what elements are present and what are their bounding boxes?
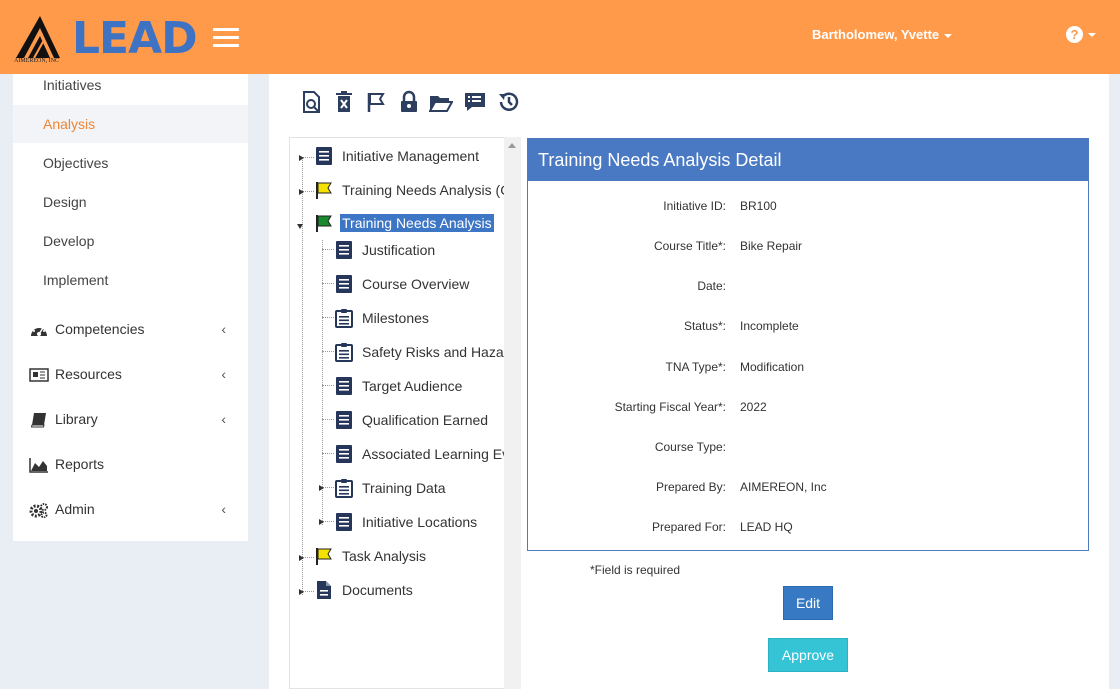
sidebar-item-resources[interactable]: Resources ‹ xyxy=(13,354,248,394)
help-menu[interactable]: ? xyxy=(1066,26,1096,44)
navigation-tree: Initiative Management Training Needs Ana… xyxy=(289,137,521,689)
sidebar-item-analysis[interactable]: Analysis xyxy=(13,105,248,143)
document-list-icon xyxy=(336,377,352,395)
scroll-up-arrow-icon[interactable] xyxy=(508,143,516,148)
file-icon xyxy=(317,581,331,599)
tree-scrollbar[interactable] xyxy=(504,137,521,689)
caret-down-icon xyxy=(944,33,953,38)
approve-button[interactable]: Approve xyxy=(768,638,848,672)
lock-icon[interactable] xyxy=(397,90,421,114)
document-list-icon xyxy=(336,445,352,463)
sidebar-item-reports[interactable]: Reports xyxy=(13,444,248,484)
detail-row-initiative-id: Initiative ID: BR100 xyxy=(663,199,777,213)
user-menu-dropdown[interactable]: Bartholomew, Yvette xyxy=(812,27,953,42)
caret-down-icon xyxy=(1088,32,1096,37)
required-field-note: *Field is required xyxy=(590,563,681,577)
cogs-icon xyxy=(29,503,48,519)
sidebar-item-library[interactable]: Library ‹ xyxy=(13,399,248,439)
clipboard-icon xyxy=(335,309,353,328)
list-comment-icon[interactable] xyxy=(463,90,487,114)
chevron-left-icon: ‹ xyxy=(221,411,226,427)
detail-row-tna-type: TNA Type*: Modification xyxy=(665,360,805,374)
history-icon[interactable] xyxy=(497,90,521,114)
folder-open-icon[interactable] xyxy=(429,90,453,114)
document-list-icon xyxy=(336,241,352,259)
lead-logo[interactable]: LEAD AIMEREON, INC xyxy=(14,13,198,66)
chevron-left-icon: ‹ xyxy=(221,501,226,517)
detail-row-date: Date: xyxy=(697,279,726,293)
user-name: Bartholomew, Yvette xyxy=(812,27,940,42)
chevron-left-icon: ‹ xyxy=(221,366,226,382)
question-circle-icon: ? xyxy=(1066,26,1083,44)
sidebar-item-develop[interactable]: Develop xyxy=(13,222,248,260)
clipboard-icon xyxy=(335,343,353,362)
tree-toggle-expand[interactable] xyxy=(299,155,304,161)
sidebar: Initiatives Analysis Objectives Design D… xyxy=(13,74,248,541)
dashboard-icon xyxy=(31,326,47,337)
sidebar-item-implement[interactable]: Implement xyxy=(13,261,248,299)
sidebar-item-objectives[interactable]: Objectives xyxy=(13,144,248,182)
logo-subtext: AIMEREON, INC xyxy=(14,58,59,64)
file-search-icon[interactable] xyxy=(300,90,324,114)
clipboard-icon xyxy=(335,479,353,498)
document-list-icon xyxy=(336,513,352,531)
tree-toggle-expand[interactable] xyxy=(299,555,304,561)
logo-wordmark: LEAD xyxy=(72,13,198,64)
detail-row-prepared-for: Prepared For: LEAD HQ xyxy=(651,520,793,534)
tree-toggle-expand[interactable] xyxy=(319,485,324,491)
green-flag-icon xyxy=(316,215,332,232)
tree-toggle-expand[interactable] xyxy=(299,589,304,595)
sidebar-item-initiatives[interactable]: Initiatives xyxy=(13,66,248,104)
newspaper-icon xyxy=(29,368,49,383)
document-list-icon xyxy=(316,147,332,165)
top-header-bar: LEAD AIMEREON, INC Bartholomew, Yvette ? xyxy=(0,0,1120,74)
tree-toggle-expand[interactable] xyxy=(319,519,324,525)
document-list-icon xyxy=(336,275,352,293)
detail-row-prepared-by: Prepared By: AIMEREON, Inc xyxy=(655,480,827,494)
yellow-flag-icon xyxy=(316,548,332,565)
document-list-icon xyxy=(336,411,352,429)
hamburger-menu-icon[interactable] xyxy=(213,28,239,48)
aimereon-triangle-icon xyxy=(16,16,60,59)
area-chart-icon xyxy=(29,458,48,474)
book-icon xyxy=(30,413,46,428)
flag-icon[interactable] xyxy=(364,90,388,114)
detail-row-course-title: Course Title*: Bike Repair xyxy=(653,239,803,253)
tree-toggle-expand[interactable] xyxy=(299,189,304,195)
tna-detail-panel: Training Needs Analysis Detail Initiativ… xyxy=(527,138,1089,551)
edit-button[interactable]: Edit xyxy=(783,586,833,620)
yellow-flag-icon xyxy=(316,182,332,199)
detail-row-course-type: Course Type: xyxy=(654,440,726,454)
chevron-left-icon: ‹ xyxy=(221,321,226,337)
detail-title: Training Needs Analysis Detail xyxy=(528,139,1088,181)
trash-icon[interactable] xyxy=(332,90,356,114)
detail-row-fiscal-year: Starting Fiscal Year*: 2022 xyxy=(614,400,767,414)
detail-row-status: Status*: Incomplete xyxy=(683,319,799,333)
sidebar-item-admin[interactable]: Admin ‹ xyxy=(13,489,248,529)
tree-toggle-collapse[interactable] xyxy=(297,224,303,229)
sidebar-item-design[interactable]: Design xyxy=(13,183,248,221)
sidebar-item-competencies[interactable]: Competencies ‹ xyxy=(13,309,248,349)
